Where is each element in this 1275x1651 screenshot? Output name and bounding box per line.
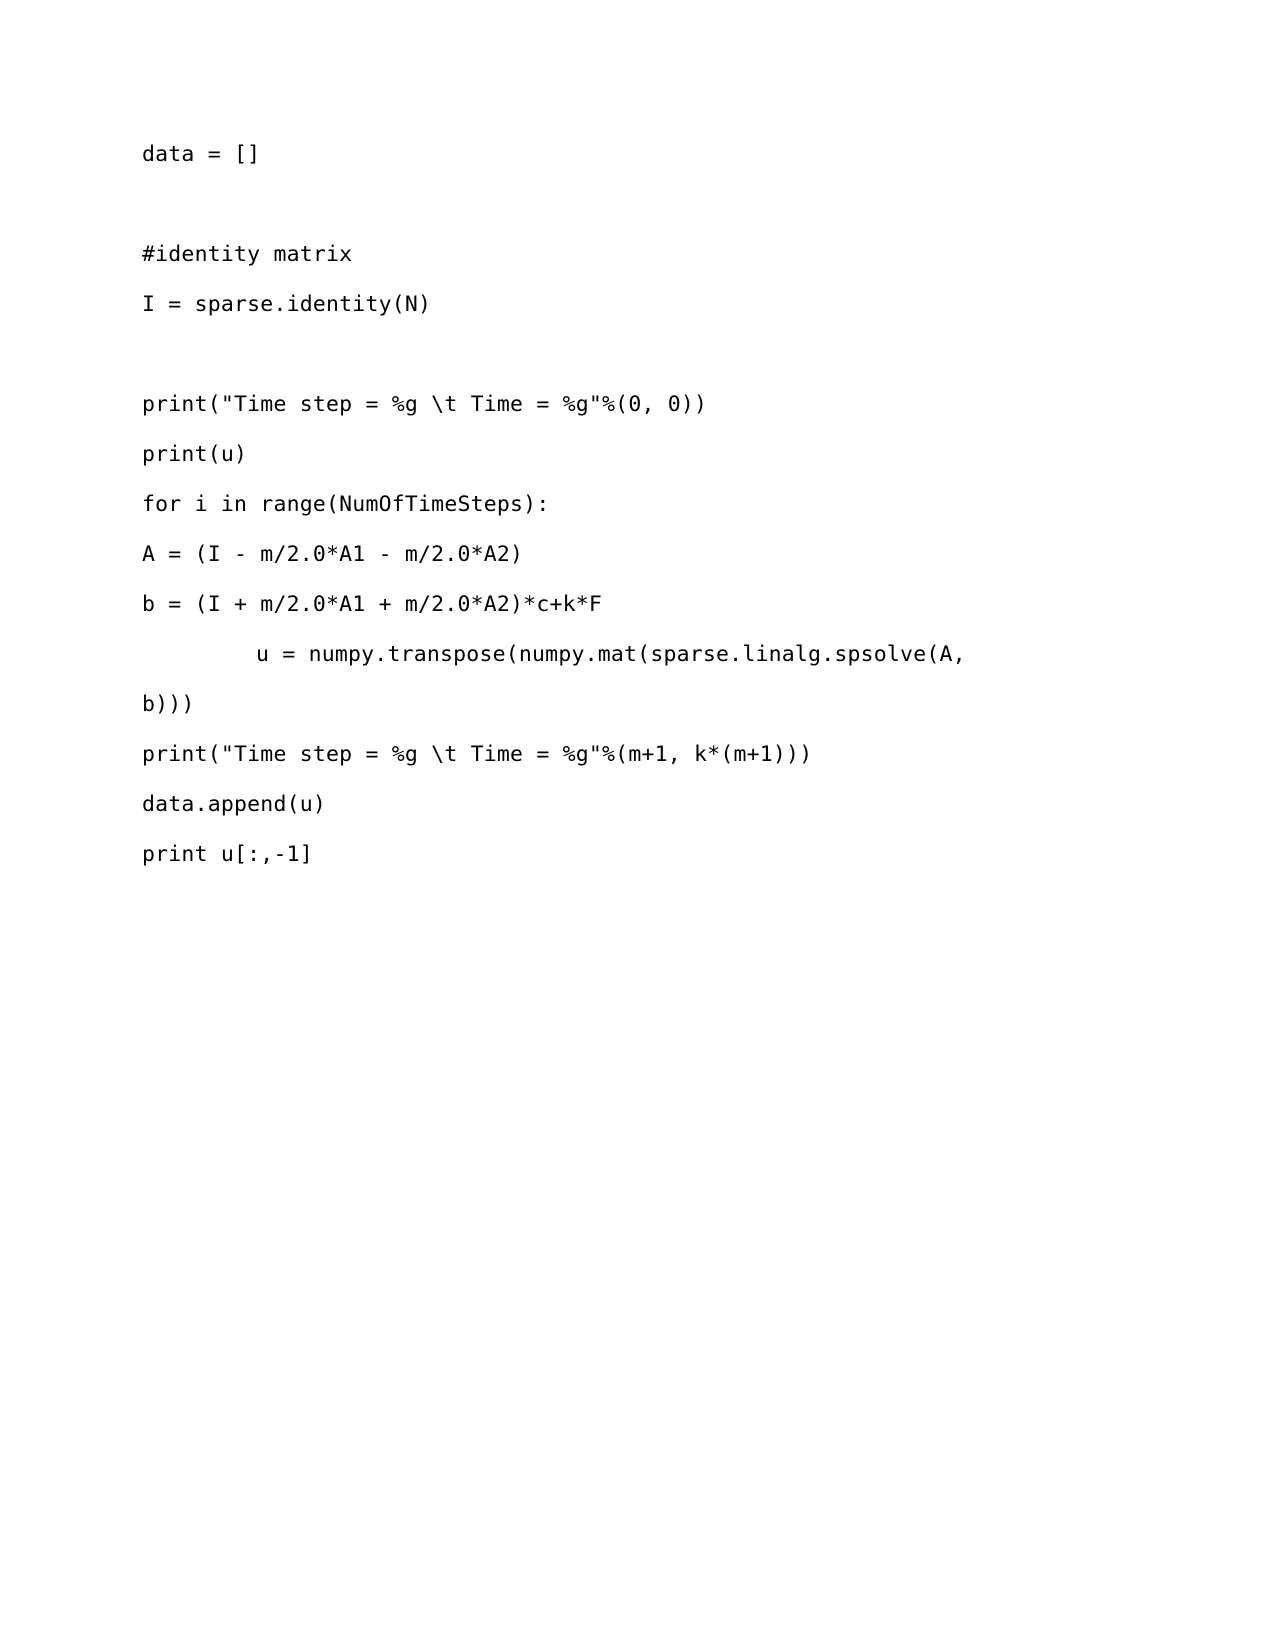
document-page: data = [] #identity matrix I = sparse.ide… [0, 0, 1275, 1651]
line-assign-u-continuation: b))) [142, 692, 195, 717]
line-assign-u-head: u = numpy.transpose(numpy.mat(sparse.lin… [256, 642, 966, 667]
line-comment-identity: #identity matrix [142, 242, 353, 267]
line-data-init: data = [] [142, 142, 261, 167]
line-print-u: print(u) [142, 442, 248, 467]
line-assign-u: u = numpy.transpose(numpy.mat(sparse.lin… [142, 630, 1142, 730]
line-assign-b: b = (I + m/2.0*A1 + m/2.0*A2)*c+k*F [142, 592, 603, 617]
line-print-step: print("Time step = %g \t Time = %g"%(m+1… [142, 742, 813, 767]
line-for-loop: for i in range(NumOfTimeSteps): [142, 492, 550, 517]
code-listing: data = [] #identity matrix I = sparse.ide… [142, 130, 1142, 880]
line-identity: I = sparse.identity(N) [142, 292, 432, 317]
line-print-header: print("Time step = %g \t Time = %g"%(0, … [142, 392, 708, 417]
line-print-slice: print u[:,-1] [142, 842, 313, 867]
line-assign-A: A = (I - m/2.0*A1 - m/2.0*A2) [142, 542, 524, 567]
line-data-append: data.append(u) [142, 792, 327, 817]
